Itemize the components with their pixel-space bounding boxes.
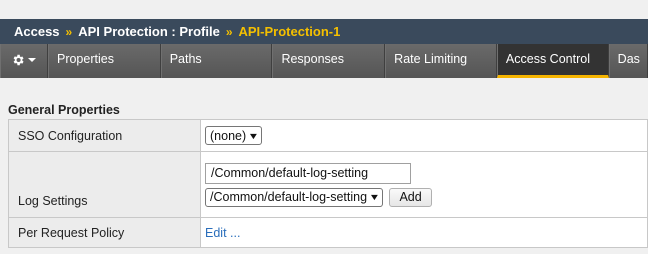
tab-access-control[interactable]: Access Control (496, 44, 609, 78)
chevron-down-icon: ▼ (247, 130, 260, 141)
tab-responses[interactable]: Responses (272, 44, 386, 78)
log-settings-cell: /Common/default-log-setting /Common/defa… (200, 151, 648, 218)
breadcrumb-separator: » (225, 24, 233, 39)
sso-configuration-cell: (none) ▼ (200, 119, 648, 152)
edit-policy-link[interactable]: Edit ... (205, 226, 240, 240)
breadcrumb: Access » API Protection : Profile » API-… (0, 19, 648, 44)
tab-rate-limiting[interactable]: Rate Limiting (385, 44, 497, 78)
section-title: General Properties (8, 103, 120, 117)
breadcrumb-item-current: API-Protection-1 (238, 24, 341, 39)
gear-icon (14, 54, 25, 66)
breadcrumb-separator: » (65, 24, 73, 39)
log-settings-list[interactable]: /Common/default-log-setting (205, 162, 411, 184)
settings-menu-button[interactable] (0, 44, 48, 78)
table-row: Log Settings /Common/default-log-setting… (8, 151, 648, 218)
tab-properties[interactable]: Properties (47, 44, 161, 78)
log-settings-label: Log Settings (8, 151, 201, 218)
chevron-down-icon (28, 58, 37, 62)
top-strip (0, 0, 648, 19)
chevron-down-icon: ▼ (368, 192, 381, 202)
sso-configuration-label: SSO Configuration (8, 119, 201, 152)
per-request-policy-label: Per Request Policy (8, 217, 201, 248)
tab-paths[interactable]: Paths (160, 44, 273, 78)
log-settings-select[interactable]: /Common/default-log-setting ▼ (205, 187, 383, 207)
breadcrumb-item-access[interactable]: Access (14, 24, 60, 39)
breadcrumb-item-profile[interactable]: API Protection : Profile (78, 24, 220, 39)
tab-dashboard[interactable]: Das (608, 44, 648, 78)
general-properties-table: SSO Configuration (none) ▼ Log Settings … (8, 119, 648, 248)
add-button[interactable]: Add (389, 187, 432, 207)
sso-configuration-selected: (none) (210, 128, 247, 143)
table-row: SSO Configuration (none) ▼ (8, 119, 648, 152)
log-settings-selected: /Common/default-log-setting (210, 190, 368, 204)
sso-configuration-select[interactable]: (none) ▼ (205, 126, 263, 145)
table-row: Per Request Policy Edit ... (8, 217, 648, 248)
tab-bar: Properties Paths Responses Rate Limiting… (0, 44, 648, 78)
per-request-policy-cell: Edit ... (200, 217, 648, 248)
